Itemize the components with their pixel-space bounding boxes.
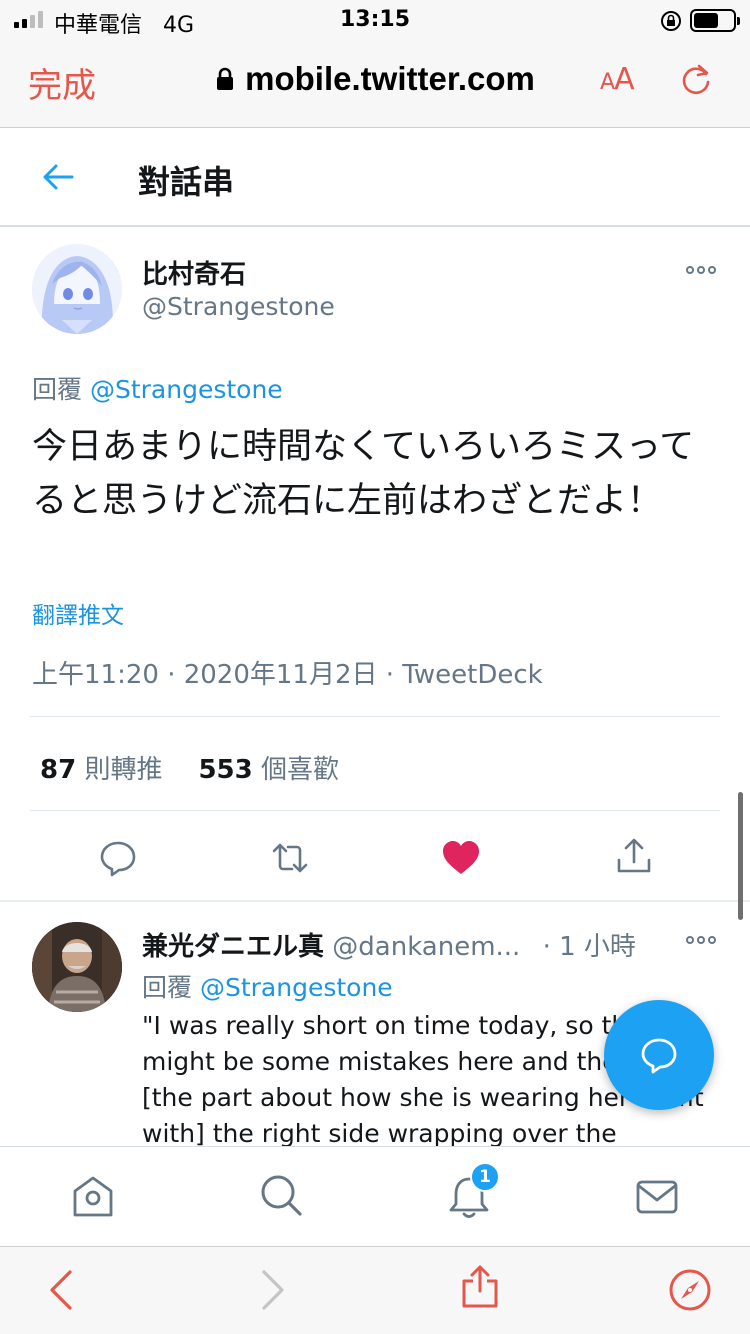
tweet-separator: [0, 900, 750, 902]
retweet-label[interactable]: 則轉推: [84, 755, 162, 785]
reload-icon[interactable]: [678, 62, 714, 98]
tweet-text: 今日あまりに時間なくていろいろミスってると思うけど流石に左前はわざとだよ！: [32, 427, 695, 521]
text-size-button[interactable]: AA: [600, 62, 635, 97]
reply-author-name[interactable]: 兼光ダニエル真: [142, 932, 324, 962]
reply-author-line: 兼光ダニエル真 @dankanem... · 1 小時: [142, 926, 636, 963]
reply-prefix: 回覆: [142, 973, 193, 1002]
browser-toolbar: [0, 1246, 750, 1334]
status-time: 13:15: [339, 7, 411, 32]
tweet-timestamp[interactable]: 上午11:20 · 2020年11月2日 · TweetDeck: [32, 654, 543, 691]
divider: [30, 810, 720, 811]
speech-bubble-icon: [641, 1038, 677, 1074]
messages-icon[interactable]: [634, 1174, 680, 1220]
reply-to-link[interactable]: @Strangestone: [90, 375, 283, 404]
rotation-lock-icon: [661, 11, 681, 31]
reply-time[interactable]: · 1 小時: [543, 932, 636, 962]
profile-photo-image: [32, 922, 122, 1012]
back-arrow-icon[interactable]: [40, 159, 76, 195]
text-size-small-a: A: [600, 70, 615, 95]
compass-icon[interactable]: [668, 1268, 712, 1312]
back-icon[interactable]: [40, 1268, 84, 1312]
retweet-count[interactable]: 87: [40, 755, 76, 785]
avatar[interactable]: [32, 922, 122, 1012]
compose-reply-button[interactable]: [604, 1000, 714, 1110]
like-label[interactable]: 個喜歡: [261, 755, 339, 785]
author-display-name[interactable]: 比村奇石: [142, 254, 246, 291]
padlock-icon: [215, 61, 235, 90]
reply-icon[interactable]: [98, 838, 138, 878]
reply-prefix: 回覆: [32, 375, 83, 404]
search-icon[interactable]: [258, 1172, 304, 1218]
author-handle[interactable]: @Strangestone: [142, 292, 335, 321]
scrollbar[interactable]: [738, 792, 743, 920]
anime-avatar-image: [32, 244, 122, 334]
reply-to-link[interactable]: @Strangestone: [200, 973, 393, 1002]
share-icon[interactable]: [458, 1264, 502, 1308]
liked-heart-icon[interactable]: [441, 838, 481, 878]
more-options-icon[interactable]: [686, 264, 722, 276]
url-text: mobile.twitter.com: [245, 60, 535, 97]
share-icon[interactable]: [614, 836, 654, 876]
reply-author-handle[interactable]: @dankanem...: [332, 932, 520, 962]
browser-address-bar: 完成 mobile.twitter.com AA: [0, 42, 750, 128]
divider: [30, 716, 720, 717]
reply-context: 回覆 @Strangestone: [142, 968, 393, 1004]
tweet-stats: 87 則轉推 553 個喜歡: [40, 749, 339, 786]
like-count[interactable]: 553: [198, 755, 252, 785]
avatar[interactable]: [32, 244, 122, 334]
page-title: 對話串: [138, 163, 235, 201]
more-options-icon[interactable]: [686, 934, 722, 946]
url-field[interactable]: mobile.twitter.com: [0, 60, 750, 98]
notification-badge: 1: [470, 1162, 500, 1192]
reply-context: 回覆 @Strangestone: [32, 370, 283, 406]
retweet-icon[interactable]: [270, 838, 310, 878]
status-bar: 中華電信 4G 13:15: [0, 0, 750, 42]
text-size-large-a: A: [614, 62, 635, 97]
home-icon[interactable]: [70, 1174, 116, 1220]
conversation-header: 對話串: [0, 129, 750, 227]
forward-icon[interactable]: [250, 1268, 294, 1312]
battery-icon: [690, 9, 740, 32]
translate-tweet-link[interactable]: 翻譯推文: [32, 596, 124, 630]
